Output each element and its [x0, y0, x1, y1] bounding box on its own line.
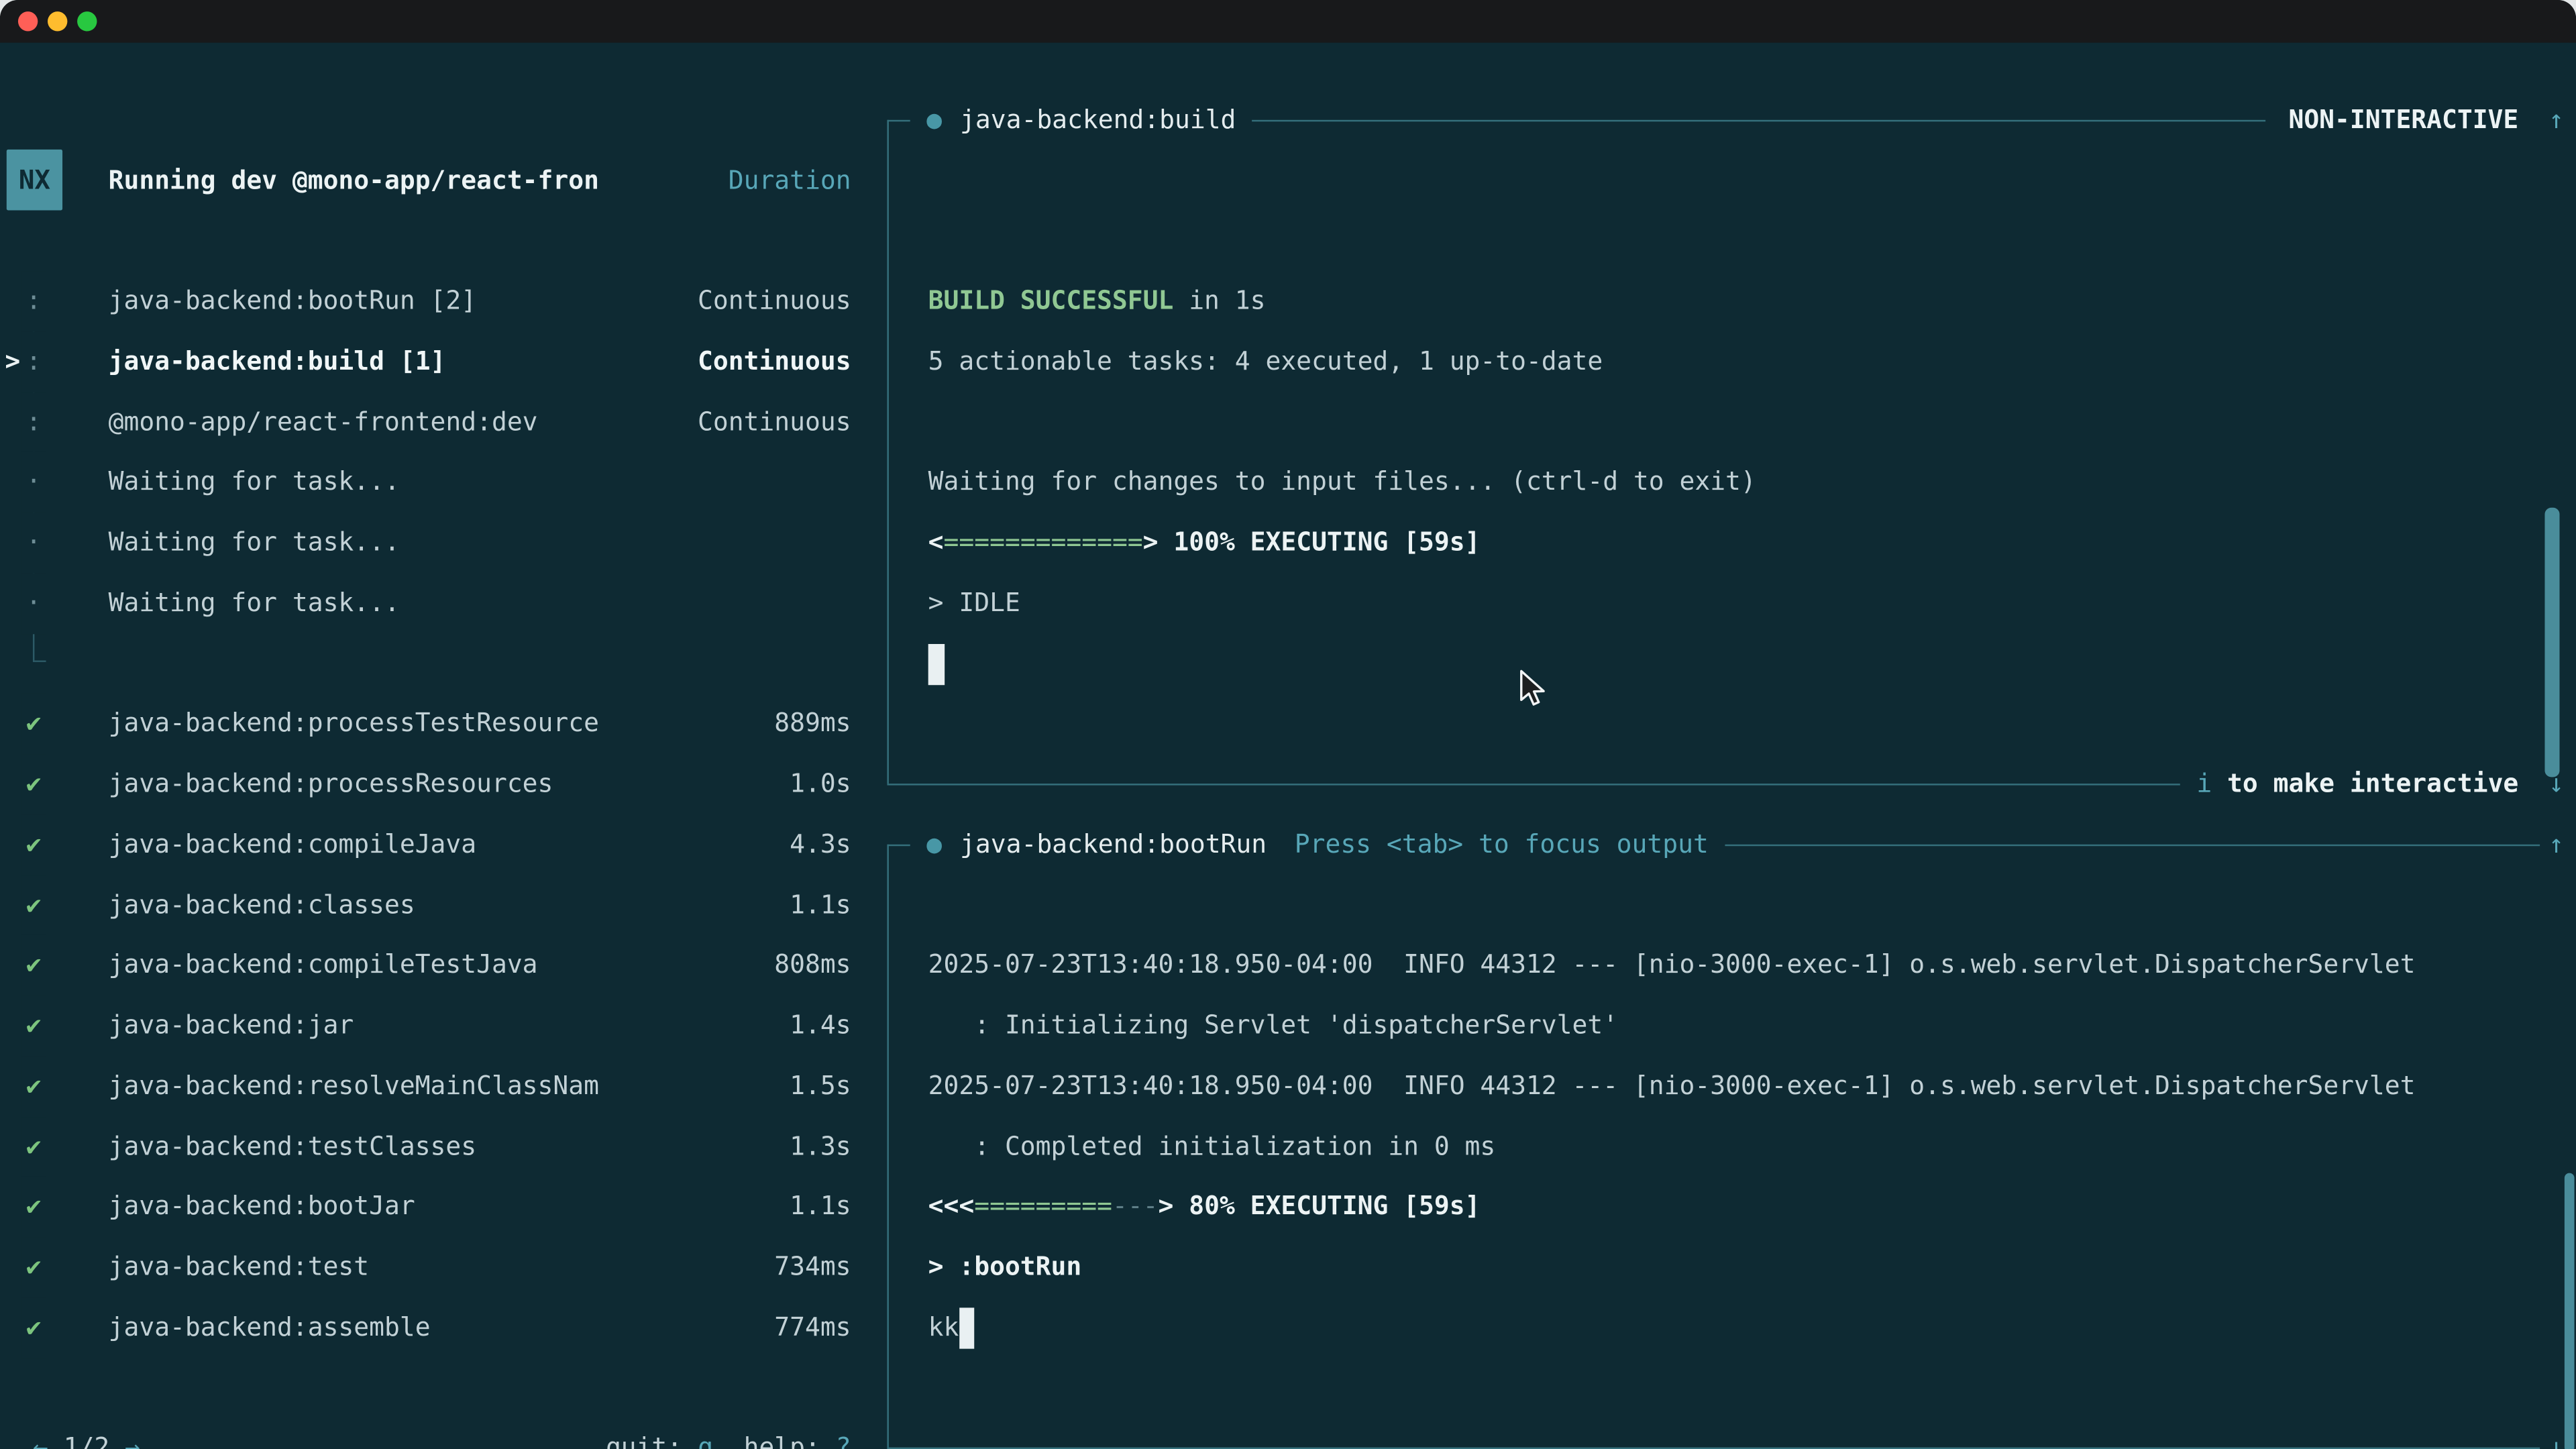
bootrun-panel-header: ● java-backend:bootRun Press <tab> to fo… [887, 814, 2540, 875]
terminal-line [928, 875, 2416, 935]
text-segment: kk [928, 1312, 959, 1342]
bootrun-output-panel[interactable]: ● java-backend:bootRun Press <tab> to fo… [0, 43, 2576, 1449]
zoom-button[interactable] [77, 11, 97, 31]
block-cursor [959, 1307, 974, 1348]
terminal-line: 2025-07-23T13:40:18.950-04:00 INFO 44312… [928, 1056, 2416, 1116]
text-segment: > 80% EXECUTING [59s] [1159, 1191, 1481, 1221]
text-segment: <<< [928, 1191, 975, 1221]
close-button[interactable] [18, 11, 38, 31]
focus-output-hint: Press <tab> to focus output [1295, 830, 1709, 859]
terminal-line: <<<=========---> 80% EXECUTING [59s] [928, 1177, 2416, 1237]
border-line [1725, 844, 2540, 845]
text-segment: 2025-07-23T13:40:18.950-04:00 INFO 44312… [928, 1071, 2416, 1100]
bootrun-output-text: 2025-07-23T13:40:18.950-04:00 INFO 44312… [928, 875, 2416, 1358]
minimize-button[interactable] [48, 11, 67, 31]
titlebar[interactable] [0, 0, 2576, 43]
text-segment: 2025-07-23T13:40:18.950-04:00 INFO 44312… [928, 950, 2416, 979]
terminal-line: : Initializing Servlet 'dispatcherServle… [928, 996, 2416, 1056]
screen: NX Running dev @mono-app/react-fron Dura… [0, 0, 2576, 1449]
mouse-cursor [1518, 669, 1548, 708]
bootrun-panel-footer [887, 1418, 2540, 1449]
terminal-line: : Completed initialization in 0 ms [928, 1116, 2416, 1177]
panel-title: java-backend:bootRun [960, 830, 1267, 859]
terminal-content: NX Running dev @mono-app/react-fron Dura… [0, 43, 2576, 1449]
task-bullet-icon: ● [926, 830, 942, 859]
terminal-line: kk [928, 1297, 2416, 1358]
terminal-line: > :bootRun [928, 1237, 2416, 1297]
scroll-down-icon[interactable]: ↓ [2540, 1418, 2573, 1449]
text-segment: : Initializing Servlet 'dispatcherServle… [928, 1010, 1618, 1040]
text-segment: > :bootRun [928, 1252, 1082, 1281]
terminal-line: 2025-07-23T13:40:18.950-04:00 INFO 44312… [928, 935, 2416, 996]
panel-title-group: ● java-backend:bootRun Press <tab> to fo… [910, 830, 1725, 859]
terminal-window: NX Running dev @mono-app/react-fron Dura… [0, 0, 2576, 1449]
text-segment: ========= [974, 1191, 1112, 1221]
text-segment: --- [1112, 1191, 1159, 1221]
text-segment: : Completed initialization in 0 ms [928, 1131, 1496, 1161]
scroll-up-icon[interactable]: ↑ [2540, 814, 2573, 875]
border-segment [887, 844, 910, 845]
panel-left-border [887, 845, 888, 1449]
scrollbar-thumb[interactable] [2565, 1173, 2575, 1449]
